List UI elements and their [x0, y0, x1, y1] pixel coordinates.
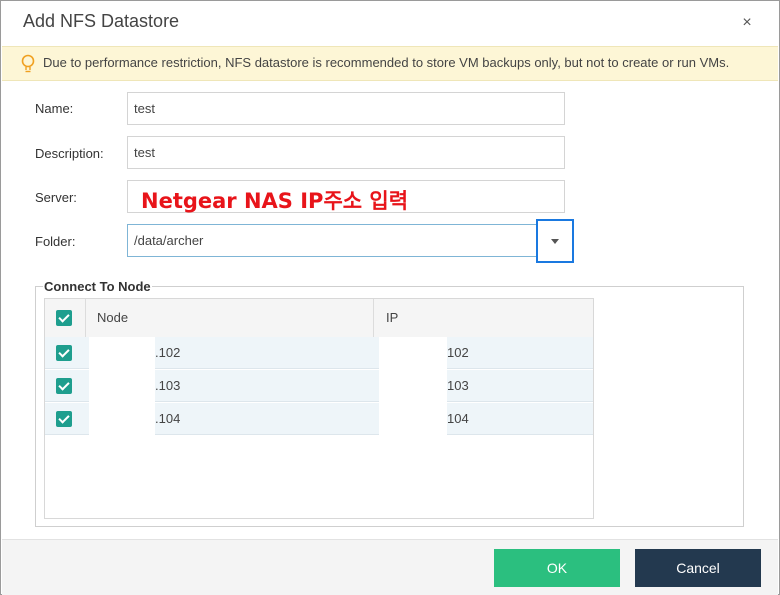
row-checkbox[interactable] — [56, 411, 72, 427]
lightbulb-icon — [21, 54, 35, 73]
ip-cell: 104 — [447, 411, 469, 426]
connect-to-node-legend: Connect To Node — [43, 279, 152, 294]
chevron-down-icon — [551, 239, 559, 244]
ok-button[interactable]: OK — [494, 549, 620, 587]
select-all-checkbox[interactable] — [56, 310, 72, 326]
table-header: Node IP — [45, 299, 593, 338]
ip-cell: 103 — [447, 378, 469, 393]
notice-banner: Due to performance restriction, NFS data… — [2, 46, 778, 81]
name-field[interactable] — [127, 92, 565, 125]
node-cell: .103 — [155, 378, 181, 393]
description-label: Description: — [35, 146, 104, 161]
row-checkbox[interactable] — [56, 345, 72, 361]
close-icon[interactable]: × — [737, 13, 757, 33]
folder-label: Folder: — [35, 234, 76, 249]
folder-field[interactable] — [127, 224, 537, 257]
add-nfs-datastore-dialog: Add NFS Datastore × Due to performance r… — [0, 0, 780, 595]
node-cell: .104 — [155, 411, 181, 426]
notice-text: Due to performance restriction, NFS data… — [43, 55, 730, 70]
table-row[interactable]: .103 103 — [45, 370, 593, 402]
node-table: Node IP .102 102 .103 103 .104 104 — [44, 298, 594, 519]
folder-dropdown-button[interactable] — [536, 219, 574, 263]
column-header-node: Node — [97, 310, 129, 325]
server-annotation: Netgear NAS IP주소 입력 — [141, 189, 409, 213]
row-checkbox[interactable] — [56, 378, 72, 394]
server-label: Server: — [35, 190, 77, 205]
description-field[interactable] — [127, 136, 565, 169]
node-cell: .102 — [155, 345, 181, 360]
dialog-title: Add NFS Datastore — [23, 11, 180, 31]
name-label: Name: — [35, 101, 74, 116]
column-header-ip: IP — [386, 310, 399, 325]
ip-cell: 102 — [447, 345, 469, 360]
table-row[interactable]: .104 104 — [45, 403, 593, 435]
cancel-button[interactable]: Cancel — [635, 549, 761, 587]
table-row[interactable]: .102 102 — [45, 337, 593, 369]
